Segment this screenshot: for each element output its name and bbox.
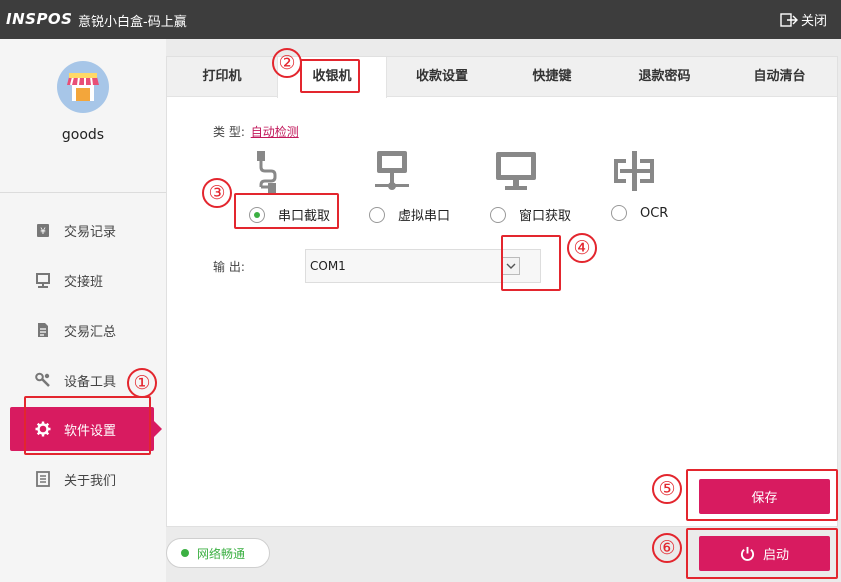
- app-logo: INSPOS: [6, 10, 73, 28]
- sidebar-item-label: 关于我们: [64, 473, 117, 489]
- title-bar: INSPOS 意锐小白盒-码上赢 关闭: [0, 0, 841, 39]
- tab-printer[interactable]: 打印机: [167, 57, 277, 97]
- shift-icon: [34, 271, 52, 289]
- window-title: 意锐小白盒-码上赢: [78, 15, 187, 30]
- settings-panel: 打印机 收银机 收款设置 快捷键 退款密码 自动清台 类 型: 自动检测 串口截…: [166, 56, 838, 527]
- serial-cable-icon: [257, 151, 277, 193]
- type-row: 类 型: 自动检测: [213, 123, 299, 140]
- sidebar-item-summary[interactable]: 交易汇总: [10, 308, 154, 352]
- annotation-box-3: [234, 193, 339, 229]
- ocr-icon: [614, 151, 654, 191]
- type-label: 类 型:: [213, 125, 245, 139]
- annotation-number-5: ⑤: [652, 474, 682, 504]
- tools-icon: [34, 371, 52, 389]
- annotation-box-1: [24, 396, 151, 455]
- annotation-number-6: ⑥: [652, 533, 682, 563]
- network-status-text: 网络畅通: [197, 546, 246, 561]
- network-status-badge: 网络畅通: [166, 538, 270, 568]
- close-button[interactable]: 关闭: [780, 10, 827, 29]
- about-icon: [34, 470, 52, 488]
- mode-label: 虚拟串口: [398, 209, 451, 224]
- sidebar: goods ¥ 交易记录 交接班 交易汇总 设备工具 软件设置 关于我们: [0, 39, 166, 582]
- summary-icon: [34, 321, 52, 339]
- sidebar-item-transactions[interactable]: ¥ 交易记录: [10, 208, 154, 252]
- tab-refund-password[interactable]: 退款密码: [607, 57, 722, 97]
- radio-circle: [611, 205, 627, 221]
- avatar[interactable]: [57, 61, 109, 113]
- sidebar-item-about[interactable]: 关于我们: [10, 457, 154, 501]
- mode-label: 窗口获取: [519, 209, 572, 224]
- annotation-box-5: [686, 469, 838, 521]
- username: goods: [61, 127, 105, 143]
- output-label: 输 出:: [213, 260, 245, 274]
- tab-bar: 打印机 收银机 收款设置 快捷键 退款密码 自动清台: [167, 57, 837, 98]
- tab-shortcuts[interactable]: 快捷键: [497, 57, 607, 97]
- sidebar-item-label: 交接班: [64, 274, 104, 290]
- auto-detect-link[interactable]: 自动检测: [251, 125, 299, 139]
- sidebar-item-label: 交易记录: [64, 224, 117, 240]
- tab-auto-clear[interactable]: 自动清台: [722, 57, 837, 97]
- close-label: 关闭: [800, 14, 827, 29]
- output-port-value: COM1: [310, 259, 346, 273]
- annotation-box-4: [501, 235, 561, 291]
- radio-circle: [490, 206, 506, 223]
- tab-payment-settings[interactable]: 收款设置: [387, 57, 497, 97]
- annotation-box-2: [300, 59, 360, 93]
- mode-label: OCR: [640, 205, 669, 221]
- sidebar-item-label: 交易汇总: [64, 324, 117, 340]
- exit-icon: [780, 12, 798, 27]
- status-dot-icon: [181, 549, 189, 557]
- sidebar-item-shift[interactable]: 交接班: [10, 258, 154, 302]
- shop-icon: [67, 73, 99, 101]
- network-icon: [375, 151, 409, 190]
- monitor-icon: [496, 152, 536, 190]
- annotation-number-1: ①: [127, 368, 157, 398]
- annotation-number-4: ④: [567, 233, 597, 263]
- sidebar-item-label: 设备工具: [64, 374, 117, 390]
- mode-window-capture-radio[interactable]: 窗口获取: [490, 205, 571, 224]
- annotation-box-6: [686, 528, 838, 579]
- radio-circle: [369, 206, 385, 223]
- divider: [0, 192, 166, 193]
- svg-text:¥: ¥: [40, 227, 46, 237]
- mode-virtual-serial-radio[interactable]: 虚拟串口: [369, 205, 450, 224]
- receipt-icon: ¥: [34, 221, 52, 239]
- annotation-number-2: ②: [272, 48, 302, 78]
- mode-ocr-radio[interactable]: OCR: [611, 205, 668, 221]
- annotation-number-3: ③: [202, 178, 232, 208]
